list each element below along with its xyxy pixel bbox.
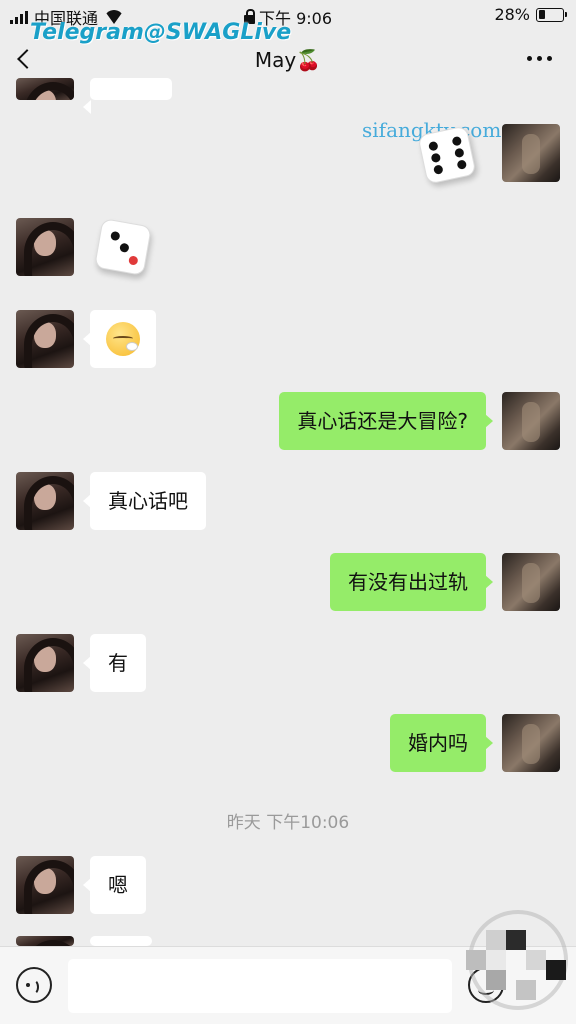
dice-six-icon	[417, 125, 477, 185]
message-bubble[interactable]: 有	[83, 634, 146, 692]
message-bubble[interactable]	[83, 310, 156, 368]
more-options-icon[interactable]	[527, 56, 552, 61]
contact-avatar[interactable]	[16, 856, 74, 914]
message-bubble-partial[interactable]	[83, 78, 172, 114]
battery-percent: 28%	[494, 5, 530, 24]
message-text: 婚内吗	[408, 731, 468, 755]
message-bubble[interactable]: 真心话吧	[83, 472, 206, 530]
mosaic-watermark	[460, 910, 576, 1020]
contact-avatar[interactable]	[16, 936, 74, 946]
status-right: 28%	[494, 5, 567, 24]
dice-message[interactable]	[417, 125, 478, 186]
face-exhaling-emoji-icon	[106, 322, 140, 356]
dice-three-icon	[94, 218, 152, 276]
message-text: 有	[108, 651, 128, 675]
message-bubble-partial[interactable]	[83, 936, 152, 972]
chat-title: May🍒	[254, 48, 322, 72]
battery-icon	[536, 7, 567, 22]
message-text: 嗯	[108, 873, 128, 897]
voice-icon[interactable]	[16, 967, 52, 1003]
message-bubble[interactable]: 婚内吗	[390, 714, 493, 772]
message-bubble[interactable]: 有没有出过轨	[330, 553, 493, 611]
message-text: 有没有出过轨	[348, 570, 468, 594]
contact-avatar[interactable]	[16, 218, 74, 276]
my-avatar[interactable]	[502, 553, 560, 611]
message-bubble[interactable]: 嗯	[83, 856, 146, 914]
contact-avatar[interactable]	[16, 310, 74, 368]
dice-message[interactable]	[94, 218, 154, 278]
contact-avatar[interactable]	[16, 78, 74, 100]
contact-avatar[interactable]	[16, 634, 74, 692]
battery-fill	[538, 10, 545, 19]
my-avatar[interactable]	[502, 714, 560, 772]
chat-header: May🍒	[0, 38, 576, 86]
message-text: 真心话吧	[108, 489, 188, 513]
message-text: 真心话还是大冒险?	[297, 409, 468, 433]
message-timestamp: 昨天 下午10:06	[226, 813, 350, 833]
my-avatar[interactable]	[502, 124, 560, 182]
my-avatar[interactable]	[502, 392, 560, 450]
message-input[interactable]	[68, 959, 452, 1013]
message-bubble[interactable]: 真心话还是大冒险?	[279, 392, 493, 450]
contact-avatar[interactable]	[16, 472, 74, 530]
